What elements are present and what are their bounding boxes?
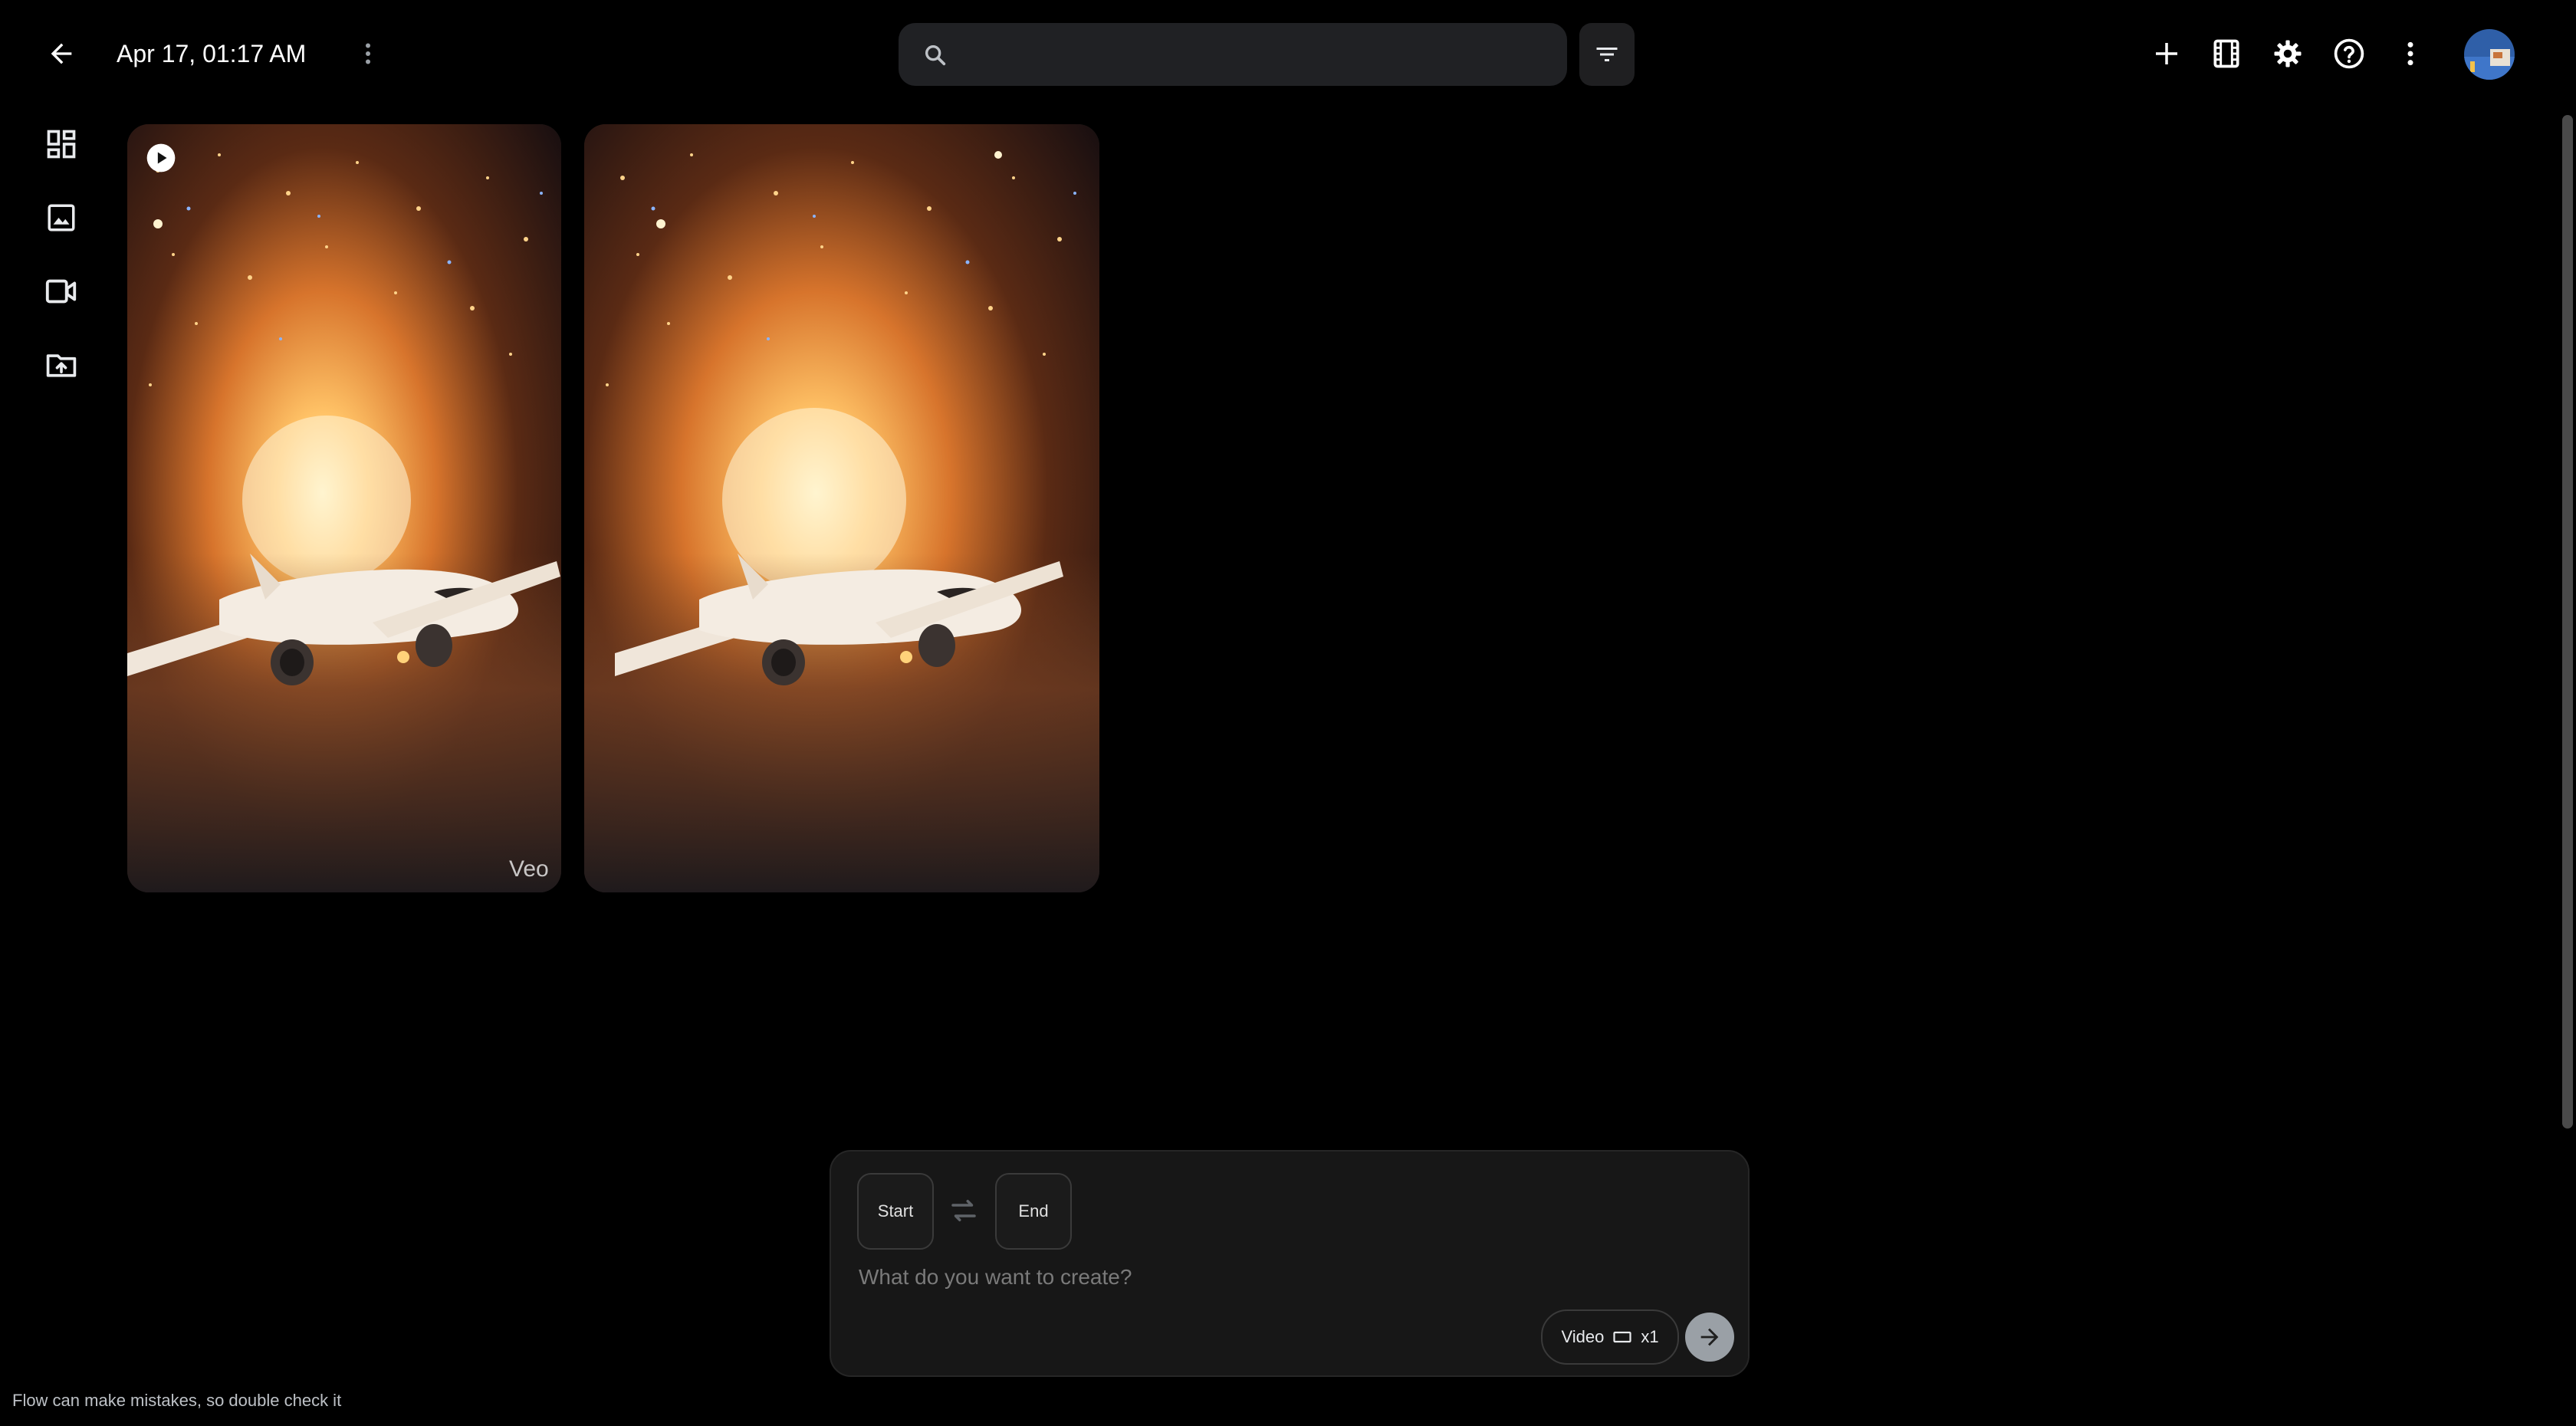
arrow-back-icon xyxy=(51,43,72,64)
end-frame-button[interactable]: End xyxy=(995,1173,1072,1250)
media-card-video[interactable] xyxy=(127,124,561,892)
search-icon xyxy=(920,40,951,71)
scrollbar[interactable] xyxy=(2562,115,2573,1129)
sidebar-item-all[interactable] xyxy=(37,120,86,169)
user-avatar[interactable] xyxy=(2464,29,2515,80)
scenebuilder-button[interactable] xyxy=(2203,31,2249,77)
sidebar-item-uploads[interactable] xyxy=(37,340,86,389)
videocam-icon xyxy=(45,279,77,304)
airplane-sunset-thumbnail xyxy=(584,124,1099,892)
sidebar-item-videos[interactable] xyxy=(37,267,86,316)
add-icon xyxy=(2156,43,2177,64)
veo-watermark: Veo xyxy=(509,856,549,882)
disclaimer-text: Flow can make mistakes, so double check … xyxy=(12,1391,342,1410)
more-vert-icon xyxy=(2407,41,2413,66)
add-button[interactable] xyxy=(2144,31,2190,77)
landscape-aspect-icon xyxy=(1613,1331,1631,1343)
upload-folder-icon xyxy=(46,354,77,377)
airplane-sunset-thumbnail xyxy=(127,124,561,892)
title-more-button[interactable] xyxy=(350,31,386,77)
help-icon xyxy=(2334,38,2364,69)
filter-button[interactable] xyxy=(1579,23,1635,86)
play-icon[interactable] xyxy=(146,143,176,173)
send-button[interactable] xyxy=(1685,1313,1734,1362)
more-options-button[interactable] xyxy=(2387,31,2433,77)
mode-label: Video xyxy=(1561,1327,1605,1346)
count-label: x1 xyxy=(1641,1327,1659,1346)
swap-icon[interactable] xyxy=(948,1194,980,1227)
sidebar-item-images[interactable] xyxy=(37,193,86,242)
image-icon xyxy=(48,204,75,232)
start-frame-button[interactable]: Start xyxy=(857,1173,934,1250)
arrow-forward-icon xyxy=(1700,1328,1719,1346)
search-input[interactable] xyxy=(968,31,1553,80)
filter-icon xyxy=(1596,48,1618,61)
back-button[interactable] xyxy=(38,31,84,77)
settings-icon xyxy=(2274,40,2302,67)
settings-button[interactable] xyxy=(2265,31,2311,77)
dashboard-icon xyxy=(47,130,76,159)
help-button[interactable] xyxy=(2326,31,2372,77)
generation-settings-pill[interactable]: Video x1 xyxy=(1541,1309,1679,1365)
prompt-input[interactable] xyxy=(857,1257,1719,1297)
page-title: Apr 17, 01:17 AM xyxy=(117,40,307,67)
scenebuilder-icon xyxy=(2213,39,2239,68)
more-vert-icon xyxy=(366,43,370,64)
media-card-image[interactable] xyxy=(584,124,1099,892)
